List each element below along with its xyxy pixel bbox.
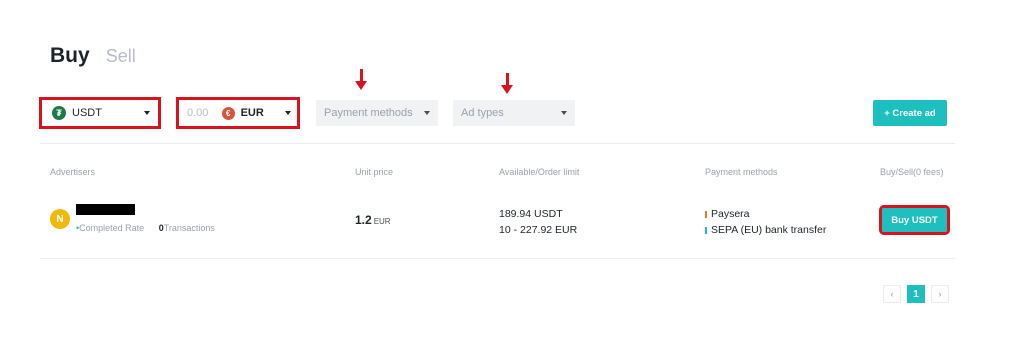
- available-amount: 189.94 USDT: [499, 208, 563, 220]
- buy-usdt-button[interactable]: Buy USDT: [879, 205, 950, 235]
- column-header-advertisers: Advertisers: [50, 167, 96, 177]
- transactions-label: Transactions: [163, 223, 215, 233]
- order-limit: 10 - 227.92 EUR: [499, 224, 578, 236]
- payment-color-bar: [705, 226, 707, 234]
- column-header-unit-price: Unit price: [355, 167, 394, 177]
- payment-method-item: Paysera: [705, 206, 826, 222]
- chevron-down-icon[interactable]: [285, 111, 291, 115]
- payment-method-list: Paysera SEPA (EU) bank transfer: [705, 206, 826, 238]
- amount-placeholder: 0.00: [187, 107, 209, 119]
- tether-icon: ₮: [52, 106, 66, 120]
- advertiser-stats: •Completed Rate 0Transactions: [76, 223, 215, 233]
- avatar: N: [50, 209, 70, 229]
- payment-color-bar: [705, 210, 707, 218]
- next-page-button[interactable]: ›: [931, 285, 949, 303]
- amount-input[interactable]: 0.00 € EUR: [176, 97, 300, 129]
- page-1-button[interactable]: 1: [907, 285, 925, 303]
- tab-sell[interactable]: Sell: [106, 46, 136, 67]
- prev-page-button[interactable]: ‹: [883, 285, 901, 303]
- payment-methods-select[interactable]: Payment methods: [316, 100, 438, 126]
- ad-types-select[interactable]: Ad types: [453, 100, 575, 126]
- chevron-down-icon: [144, 111, 150, 115]
- unit-price: 1.2 EUR: [355, 213, 391, 227]
- payment-methods-placeholder: Payment methods: [324, 107, 413, 119]
- available-limit: 189.94 USDT 10 - 227.92 EUR: [499, 206, 577, 238]
- pagination: ‹ 1 ›: [883, 285, 949, 303]
- tab-buy[interactable]: Buy: [50, 44, 90, 68]
- unit-price-currency: EUR: [373, 217, 391, 226]
- unit-price-value: 1.2: [355, 213, 372, 227]
- euro-icon: €: [221, 106, 235, 120]
- chevron-down-icon: [561, 111, 567, 115]
- coin-select[interactable]: ₮ USDT: [39, 97, 161, 129]
- column-header-payment-methods: Payment methods: [705, 167, 778, 177]
- column-header-buy-sell: Buy/Sell(0 fees): [880, 167, 944, 177]
- divider: [40, 143, 955, 144]
- redacted-advertiser-name: [76, 204, 135, 215]
- completed-rate-label: Completed Rate: [79, 223, 145, 233]
- trade-tabs: Buy Sell: [50, 44, 136, 68]
- divider: [40, 258, 955, 259]
- payment-method-item: SEPA (EU) bank transfer: [705, 222, 826, 238]
- coin-select-value: USDT: [72, 107, 102, 119]
- chevron-down-icon: [424, 111, 430, 115]
- create-ad-button[interactable]: + Create ad: [873, 100, 947, 126]
- ad-types-placeholder: Ad types: [461, 107, 504, 119]
- column-header-available: Available/Order limit: [499, 167, 580, 177]
- currency-select-value[interactable]: EUR: [241, 107, 264, 119]
